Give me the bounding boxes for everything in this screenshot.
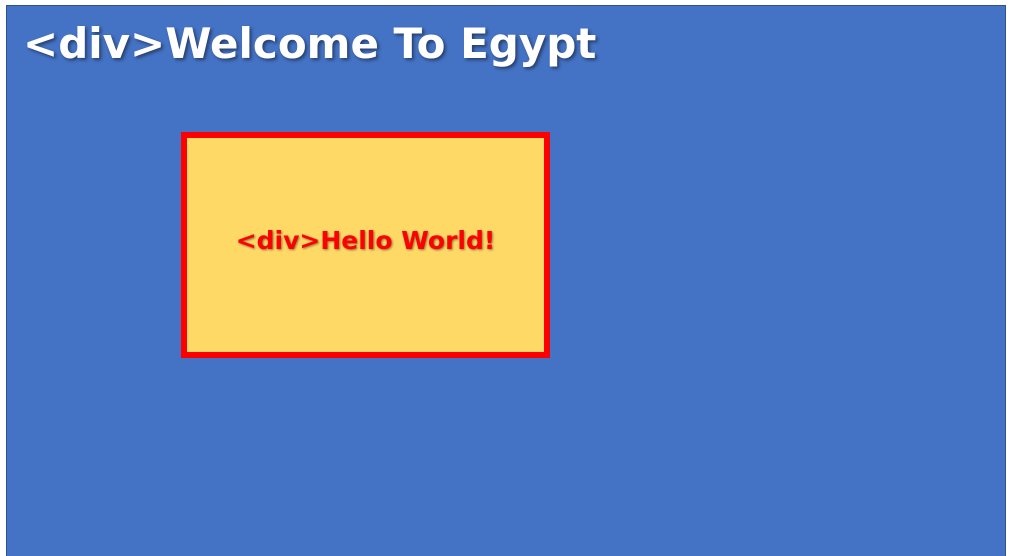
inner-div-label: <div>Hello World! — [235, 225, 496, 255]
outer-div-box: <div>Welcome To Egypt <div>Hello World! — [6, 5, 1006, 556]
outer-div-label: <div>Welcome To Egypt — [23, 19, 597, 68]
inner-div-box: <div>Hello World! — [181, 132, 550, 358]
